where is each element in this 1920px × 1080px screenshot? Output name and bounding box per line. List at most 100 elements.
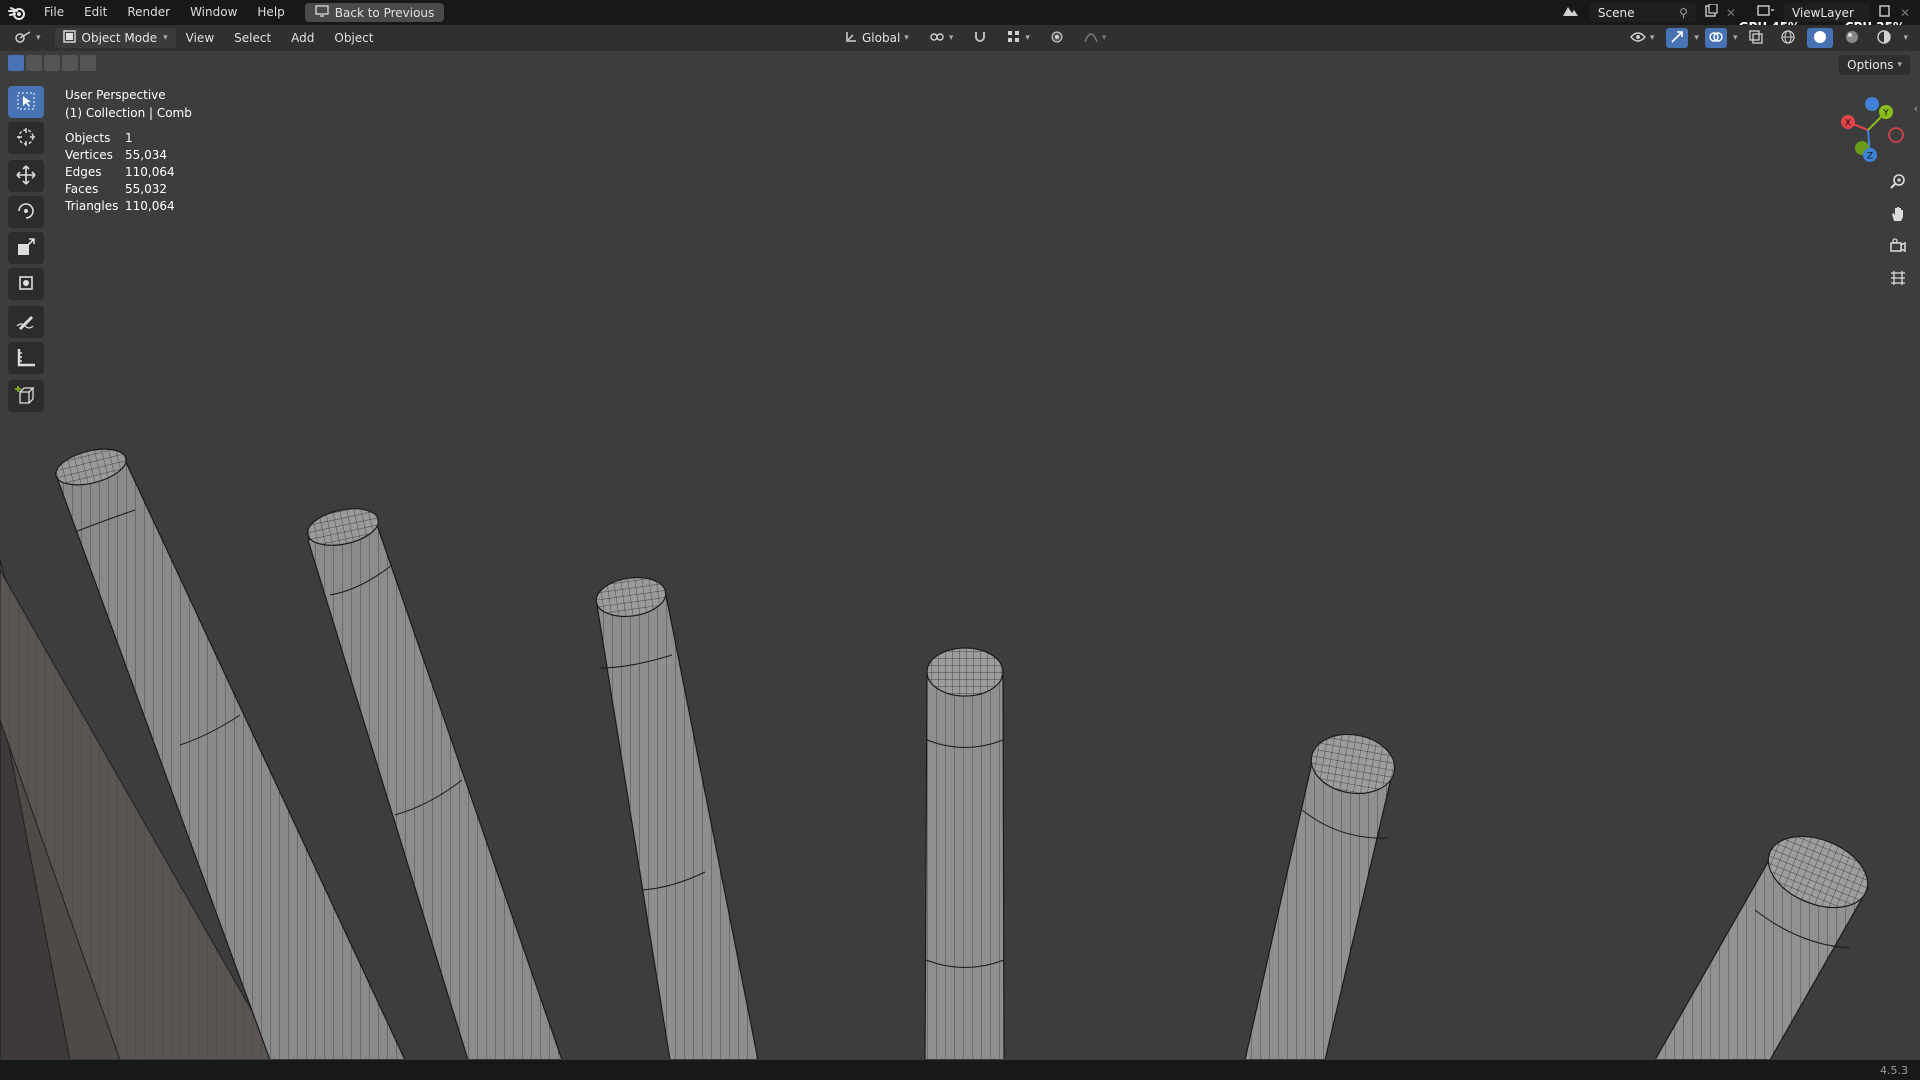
falloff-curve-icon [1084,30,1098,47]
zoom-button[interactable] [1884,170,1912,196]
mode-selector[interactable]: Object Mode ▾ [54,28,176,48]
magnifier-zoom-icon [1889,173,1907,194]
stat-value: 110,064 [125,165,175,179]
sidebar-toggle-icon[interactable]: ‹ [1914,102,1918,115]
chevron-down-icon: ▾ [163,33,168,43]
comb-tooth-6 [1653,835,1869,1061]
chevron-down-icon: ▾ [1649,33,1655,43]
blender-logo-icon[interactable] [0,0,34,25]
tool-annotate[interactable] [8,306,44,338]
magnet-icon [973,30,987,47]
close-scene-icon[interactable]: ✕ [1726,6,1736,20]
crosshair-cursor-icon [15,126,37,151]
tool-add-cube[interactable] [8,380,44,412]
shading-solid-button[interactable] [1807,28,1834,48]
select-subtract-icon[interactable] [44,55,60,71]
tool-rotate[interactable] [8,196,44,228]
chevron-down-icon: ▾ [904,33,909,43]
menu-view[interactable]: View [176,31,224,45]
scene-name: Scene [1597,5,1635,20]
gizmo-toggle[interactable] [1666,28,1689,48]
pan-button[interactable] [1884,202,1912,228]
select-intersect-icon[interactable] [80,55,96,71]
tool-measure[interactable] [8,342,44,374]
close-view-layer-icon[interactable]: ✕ [1900,6,1910,20]
menu-select[interactable]: Select [224,31,281,45]
chevron-down-icon[interactable]: ▾ [1694,33,1699,43]
scene-selector-icon[interactable] [1560,4,1582,21]
3d-viewport[interactable] [0,51,1920,1061]
menu-edit[interactable]: Edit [74,0,117,25]
select-extend-icon[interactable] [26,55,42,71]
xray-toggle[interactable] [1743,28,1769,48]
view-layer-icon[interactable] [1756,4,1776,21]
new-view-layer-icon[interactable] [1878,4,1892,21]
menu-object[interactable]: Object [324,31,383,45]
menu-render[interactable]: Render [117,0,180,25]
editor-type-icon [14,30,32,47]
chevron-down-icon[interactable]: ▾ [1733,33,1738,43]
axis-neg-z-handle [1865,97,1879,111]
header-right-tools: ▾ ▾ ▾ ▾ [1624,28,1908,48]
pivot-point-selector[interactable]: ▾ [923,28,960,48]
scene-statistics: Objects 1 Vertices 55,034 Edges 110,064 … [65,130,205,215]
transform-orientation-selector[interactable]: Global ▾ [838,28,915,48]
collection-info: (1) Collection | Comb [65,106,192,120]
scene-field[interactable]: Scene ⚲ [1589,3,1696,22]
chevron-down-icon: ▾ [948,33,954,43]
tool-scale[interactable] [8,232,44,264]
snap-target-selector[interactable]: ▾ [1001,28,1036,48]
solid-sphere-icon [1813,30,1827,47]
version-label: 4.5.3 [1880,1064,1908,1077]
menu-add[interactable]: Add [281,31,324,45]
shading-material-button[interactable] [1839,28,1865,48]
stat-value: 55,034 [125,148,167,162]
tool-move[interactable] [8,160,44,192]
tool-transform[interactable] [8,268,44,300]
overlays-icon [1709,30,1723,47]
visibility-selector[interactable]: ▾ [1624,28,1661,48]
mode-label: Object Mode [81,31,158,45]
xray-icon [1749,29,1764,47]
status-bar [0,1060,1920,1080]
pin-icon[interactable]: ⚲ [1679,6,1688,20]
back-to-previous-button[interactable]: Back to Previous [304,3,445,22]
snap-toggle[interactable] [967,28,993,48]
chevron-down-icon[interactable]: ▾ [1903,33,1908,43]
ruler-icon [15,346,37,371]
new-scene-icon[interactable] [1704,3,1718,21]
menu-file[interactable]: File [34,0,74,25]
stat-label: Vertices [65,148,113,162]
chevron-down-icon: ▾ [36,33,41,43]
svg-text:X: X [1845,119,1851,129]
select-invert-icon[interactable] [62,55,78,71]
view-name: User Perspective [65,88,166,102]
menu-window[interactable]: Window [180,0,247,25]
svg-text:Z: Z [1867,152,1873,162]
stat-value: 55,032 [125,182,167,196]
chevron-down-icon: ▾ [1897,60,1902,70]
camera-view-button[interactable] [1884,234,1912,260]
rendered-sphere-icon [1877,29,1892,47]
proportional-editing-toggle[interactable] [1044,28,1070,48]
shading-rendered-button[interactable] [1871,28,1897,48]
stat-value: 110,064 [125,199,175,213]
shading-wireframe-button[interactable] [1775,28,1801,48]
stat-label: Objects [65,131,111,145]
navigation-gizmo[interactable]: X Y Z [1828,90,1908,170]
axis-neg-x-handle [1888,127,1904,143]
proportional-falloff-selector[interactable]: ▾ [1078,28,1113,48]
options-dropdown[interactable]: Options ▾ [1839,55,1910,75]
add-cube-icon [15,384,37,409]
menu-help[interactable]: Help [247,0,294,25]
move-arrows-icon [15,164,37,189]
editor-type-button[interactable]: ▾ [8,28,47,48]
tool-select-box[interactable] [8,86,44,118]
overlays-toggle[interactable] [1704,28,1727,48]
comb-tooth-5 [1244,733,1396,1061]
navigation-controls [1884,170,1912,292]
select-new-icon[interactable] [8,55,24,71]
tool-cursor[interactable] [8,122,44,154]
ortho-toggle-button[interactable] [1884,266,1912,292]
camera-icon [1889,237,1907,258]
